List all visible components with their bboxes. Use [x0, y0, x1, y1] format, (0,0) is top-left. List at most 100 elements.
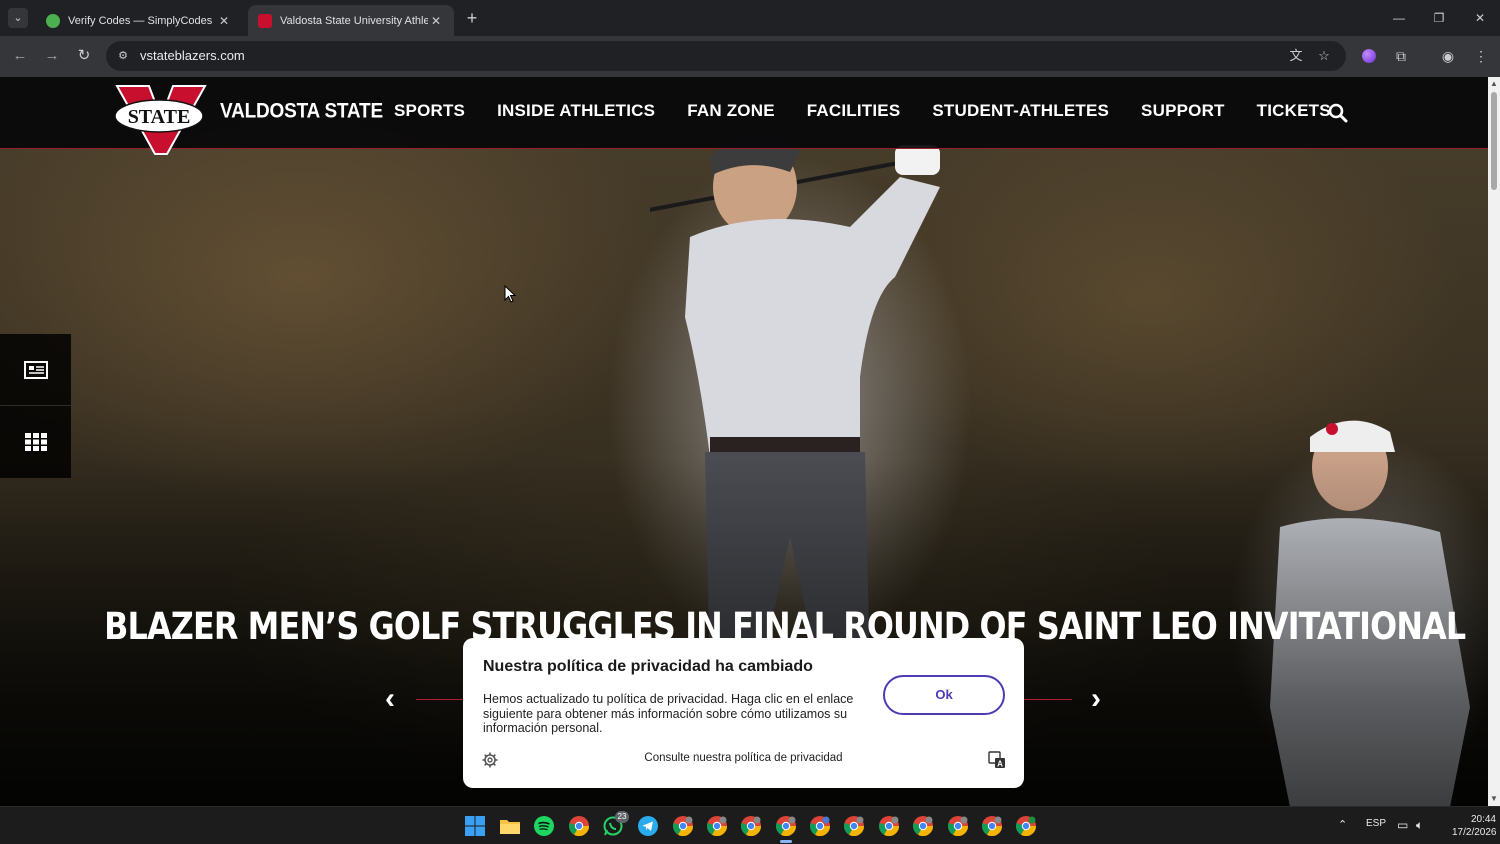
forward-button[interactable]: →	[42, 46, 62, 66]
chrome-profile-window-11[interactable]	[1015, 815, 1037, 837]
valdosta-favicon-icon	[258, 13, 272, 28]
spotify-icon	[534, 816, 554, 836]
windows-taskbar: 23 ⌃ ESP ▭ 🔈︎ 20:44 17/2/2026	[0, 806, 1500, 844]
spotify-button[interactable]	[533, 815, 555, 837]
reload-button[interactable]: ↻	[74, 46, 94, 66]
main-nav: SPORTS INSIDE ATHLETICS FAN ZONE FACILIT…	[394, 101, 1331, 121]
nav-fan-zone[interactable]: FAN ZONE	[687, 101, 775, 121]
chrome-profile-window-1[interactable]	[672, 815, 694, 837]
chrome-profile-window-10[interactable]	[981, 815, 1003, 837]
scrollbar-thumb[interactable]	[1491, 92, 1497, 190]
nav-student-athletes[interactable]: STUDENT-ATHLETES	[932, 101, 1109, 121]
chrome-profile-window-9[interactable]	[947, 815, 969, 837]
nav-inside-athletics[interactable]: INSIDE ATHLETICS	[497, 101, 655, 121]
nav-facilities[interactable]: FACILITIES	[807, 101, 901, 121]
privacy-policy-dialog: Nuestra política de privacidad ha cambia…	[463, 638, 1024, 788]
chrome-icon	[982, 816, 1002, 836]
dialog-title: Nuestra política de privacidad ha cambia…	[483, 658, 813, 675]
chrome-icon	[1016, 816, 1036, 836]
system-clock[interactable]: 20:44 17/2/2026	[1452, 813, 1497, 839]
ok-button[interactable]: Ok	[883, 675, 1005, 715]
network-icon[interactable]: ▭	[1397, 818, 1408, 832]
news-button[interactable]	[0, 334, 71, 406]
close-window-button[interactable]: ✕	[1465, 6, 1495, 30]
chrome-profile-window-2[interactable]	[706, 815, 728, 837]
page-scrollbar[interactable]: ▲ ▼	[1488, 77, 1500, 806]
chrome-icon	[913, 816, 933, 836]
chrome-icon	[776, 816, 796, 836]
extensions-puzzle-icon[interactable]: ⧉	[1391, 46, 1411, 66]
site-brand-name[interactable]: VALDOSTA STATE	[220, 100, 383, 125]
back-button[interactable]: ←	[10, 46, 30, 66]
chrome-button[interactable]	[568, 815, 590, 837]
show-hidden-icons-button[interactable]: ⌃	[1338, 818, 1347, 831]
site-info-icon[interactable]: ⚙	[116, 49, 130, 63]
folder-icon	[500, 820, 520, 834]
slider-progress-left	[416, 699, 464, 700]
scroll-down-arrow-icon[interactable]: ▼	[1490, 795, 1498, 803]
browser-tab-simplycodes[interactable]: Verify Codes — SimplyCodes ✕	[36, 5, 242, 36]
browser-tab-valdosta[interactable]: Valdosta State University Athletics ✕	[248, 5, 454, 36]
nav-tickets[interactable]: TICKETS	[1257, 101, 1331, 121]
chrome-profile-window-8[interactable]	[912, 815, 934, 837]
valdosta-v-logo[interactable]: STATE	[113, 84, 209, 156]
restore-button[interactable]: ❐	[1424, 6, 1454, 30]
url-text[interactable]: vstateblazers.com	[140, 48, 245, 63]
chrome-profile-window-7[interactable]	[878, 815, 900, 837]
whatsapp-button[interactable]: 23	[602, 811, 629, 837]
whatsapp-unread-badge: 23	[615, 811, 629, 823]
tab-title: Verify Codes — SimplyCodes	[68, 14, 213, 27]
chrome-profile-window-6[interactable]	[843, 815, 865, 837]
schedule-grid-button[interactable]	[0, 406, 71, 478]
chrome-profile-window-3[interactable]	[740, 815, 762, 837]
close-tab-icon[interactable]: ✕	[216, 14, 232, 28]
browser-toolbar: ← → ↻ ⚙ vstateblazers.com 文 ☆ ⧉ ◉ ⋮	[0, 36, 1500, 77]
new-tab-button[interactable]: +	[462, 8, 482, 28]
translate-icon[interactable]: 文	[1287, 47, 1305, 65]
chrome-icon	[810, 816, 830, 836]
slider-prev-arrow[interactable]: ‹	[378, 684, 402, 714]
input-language[interactable]: ESP	[1366, 818, 1386, 829]
chrome-icon	[741, 816, 761, 836]
clock-date: 17/2/2026	[1452, 827, 1497, 838]
chrome-icon	[844, 816, 864, 836]
telegram-button[interactable]	[637, 815, 659, 837]
start-button[interactable]	[464, 815, 486, 837]
dialog-body: Hemos actualizado tu política de privaci…	[483, 692, 854, 735]
more-menu-icon[interactable]: ⋮	[1471, 46, 1491, 66]
translate-icon[interactable]: A	[988, 751, 1006, 769]
address-bar[interactable]: ⚙ vstateblazers.com 文 ☆	[106, 41, 1346, 71]
grid-icon	[24, 433, 47, 451]
slider-progress-right	[1024, 699, 1072, 700]
search-icon[interactable]	[1328, 103, 1348, 123]
chrome-icon	[879, 816, 899, 836]
browser-tabstrip: ⌄ Verify Codes — SimplyCodes ✕ Valdosta …	[0, 0, 1500, 36]
windows-logo-icon	[465, 816, 485, 836]
slider-next-arrow[interactable]: ›	[1084, 684, 1108, 714]
tab-search-button[interactable]: ⌄	[8, 8, 28, 28]
nav-sports[interactable]: SPORTS	[394, 101, 465, 121]
close-tab-icon[interactable]: ✕	[428, 14, 444, 28]
chrome-profile-window-5[interactable]	[809, 815, 831, 837]
nav-support[interactable]: SUPPORT	[1141, 101, 1225, 121]
chrome-icon	[948, 816, 968, 836]
simplycodes-favicon-icon	[46, 13, 60, 28]
chrome-icon	[707, 816, 727, 836]
telegram-icon	[638, 816, 658, 836]
minimize-button[interactable]: —	[1384, 6, 1414, 30]
logo-text: STATE	[128, 106, 191, 128]
site-header: STATE VALDOSTA STATE SPORTS INSIDE ATHLE…	[0, 77, 1488, 155]
volume-icon[interactable]: 🔈︎	[1416, 818, 1423, 833]
chrome-icon	[569, 816, 589, 836]
chrome-profile-window-4-active[interactable]	[775, 815, 797, 843]
file-explorer-button[interactable]	[499, 815, 521, 837]
bookmark-star-icon[interactable]: ☆	[1315, 47, 1333, 65]
scroll-up-arrow-icon[interactable]: ▲	[1490, 80, 1498, 88]
news-icon	[23, 360, 48, 379]
profile-icon[interactable]: ◉	[1438, 46, 1458, 66]
extension-icon[interactable]	[1362, 49, 1376, 63]
clock-time: 20:44	[1470, 814, 1496, 825]
tab-title: Valdosta State University Athletics	[280, 14, 428, 27]
privacy-policy-link[interactable]: Consulte nuestra política de privacidad	[463, 752, 1024, 764]
chrome-icon	[673, 816, 693, 836]
